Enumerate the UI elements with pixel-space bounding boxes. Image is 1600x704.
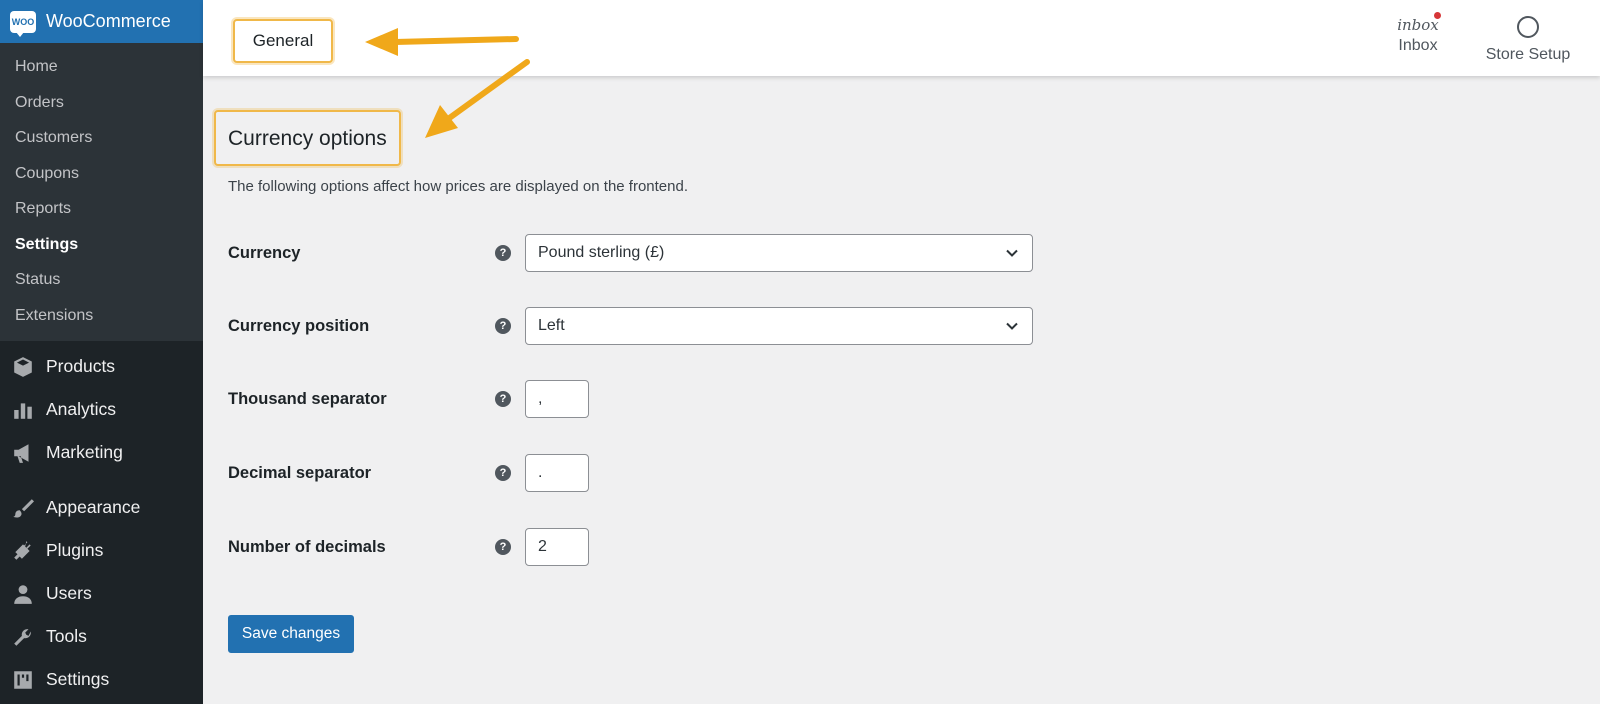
menu-item-plugins[interactable]: Plugins bbox=[0, 529, 203, 572]
woocommerce-menu-header[interactable]: WOO WooCommerce bbox=[0, 0, 203, 43]
submenu-item-orders[interactable]: Orders bbox=[0, 85, 203, 121]
plug-icon bbox=[12, 540, 34, 562]
menu-item-settings[interactable]: Settings bbox=[0, 658, 203, 701]
help-icon[interactable]: ? bbox=[495, 391, 511, 407]
woocommerce-logo-icon: WOO bbox=[10, 10, 36, 37]
settings-content: Currency options The following options a… bbox=[214, 110, 1568, 653]
help-icon[interactable]: ? bbox=[495, 318, 511, 334]
number-of-decimals-input[interactable]: 2 bbox=[525, 528, 589, 566]
menu-item-label: Settings bbox=[46, 669, 110, 689]
help-icon[interactable]: ? bbox=[495, 465, 511, 481]
number-of-decimals-row: Number of decimals ? 2 bbox=[228, 528, 589, 566]
woocommerce-menu-label: WooCommerce bbox=[46, 11, 171, 31]
currency-select-value: Pound sterling (£) bbox=[538, 244, 665, 261]
section-title: Currency options bbox=[214, 110, 401, 166]
thousand-separator-label: Thousand separator bbox=[228, 389, 387, 408]
inbox-button[interactable]: inbox Inbox bbox=[1388, 12, 1448, 55]
page-header: General inbox Inbox Store Setup bbox=[203, 0, 1600, 76]
submenu-item-extensions[interactable]: Extensions bbox=[0, 298, 203, 334]
number-of-decimals-label: Number of decimals bbox=[228, 537, 386, 556]
woocommerce-submenu: Home Orders Customers Coupons Reports Se… bbox=[0, 43, 203, 341]
decimal-separator-input[interactable]: . bbox=[525, 454, 589, 492]
currency-position-select[interactable]: Left bbox=[525, 307, 1033, 345]
thousand-separator-input[interactable]: , bbox=[525, 380, 589, 418]
menu-item-label: Analytics bbox=[46, 399, 117, 419]
currency-position-row: Currency position ? Left bbox=[228, 307, 1033, 345]
help-icon[interactable]: ? bbox=[495, 245, 511, 261]
box-icon bbox=[12, 356, 34, 378]
menu-item-products[interactable]: Products bbox=[0, 345, 203, 388]
section-description: The following options affect how prices … bbox=[228, 178, 689, 195]
menu-item-tools[interactable]: Tools bbox=[0, 615, 203, 658]
admin-menu: Products Analytics Marketing Appearance … bbox=[0, 341, 203, 701]
currency-position-value: Left bbox=[538, 317, 565, 334]
inbox-label: Inbox bbox=[1398, 37, 1438, 54]
thousand-separator-row: Thousand separator ? , bbox=[228, 380, 589, 418]
paintbrush-icon bbox=[12, 497, 34, 519]
menu-item-users[interactable]: Users bbox=[0, 572, 203, 615]
menu-item-appearance[interactable]: Appearance bbox=[0, 486, 203, 529]
menu-item-label: Marketing bbox=[46, 442, 123, 462]
currency-select[interactable]: Pound sterling (£) bbox=[525, 234, 1033, 272]
inbox-icon: inbox bbox=[1397, 12, 1441, 34]
decimal-separator-row: Decimal separator ? . bbox=[228, 454, 589, 492]
menu-item-marketing[interactable]: Marketing bbox=[0, 431, 203, 474]
decimal-separator-label: Decimal separator bbox=[228, 463, 372, 482]
wrench-icon bbox=[12, 626, 34, 648]
menu-item-analytics[interactable]: Analytics bbox=[0, 388, 203, 431]
megaphone-icon bbox=[12, 442, 34, 464]
submenu-item-status[interactable]: Status bbox=[0, 262, 203, 298]
chevron-down-icon bbox=[1006, 322, 1018, 330]
menu-item-label: Appearance bbox=[46, 497, 141, 517]
menu-item-label: Plugins bbox=[46, 540, 104, 560]
menu-item-label: Users bbox=[46, 583, 92, 603]
progress-circle-icon bbox=[1517, 16, 1539, 38]
store-setup-button[interactable]: Store Setup bbox=[1473, 16, 1583, 64]
save-changes-button[interactable]: Save changes bbox=[228, 615, 354, 653]
menu-item-label: Products bbox=[46, 356, 116, 376]
admin-sidebar: WOO WooCommerce Home Orders Customers Co… bbox=[0, 0, 203, 704]
user-icon bbox=[12, 583, 34, 605]
sliders-icon bbox=[12, 669, 34, 691]
submenu-item-reports[interactable]: Reports bbox=[0, 191, 203, 227]
submenu-item-customers[interactable]: Customers bbox=[0, 120, 203, 156]
menu-item-label: Tools bbox=[46, 626, 87, 646]
notification-dot bbox=[1433, 12, 1441, 19]
annotation-arrows bbox=[365, 28, 530, 138]
store-setup-label: Store Setup bbox=[1485, 46, 1571, 63]
bar-chart-icon bbox=[12, 399, 34, 421]
submenu-item-settings[interactable]: Settings bbox=[0, 227, 203, 263]
submenu-item-home[interactable]: Home bbox=[0, 49, 203, 85]
help-icon[interactable]: ? bbox=[495, 539, 511, 555]
currency-row: Currency ? Pound sterling (£) bbox=[228, 234, 1033, 272]
submenu-item-coupons[interactable]: Coupons bbox=[0, 156, 203, 192]
currency-position-label: Currency position bbox=[228, 316, 370, 335]
chevron-down-icon bbox=[1006, 249, 1018, 257]
page-title: General bbox=[233, 19, 333, 63]
currency-label: Currency bbox=[228, 243, 301, 262]
